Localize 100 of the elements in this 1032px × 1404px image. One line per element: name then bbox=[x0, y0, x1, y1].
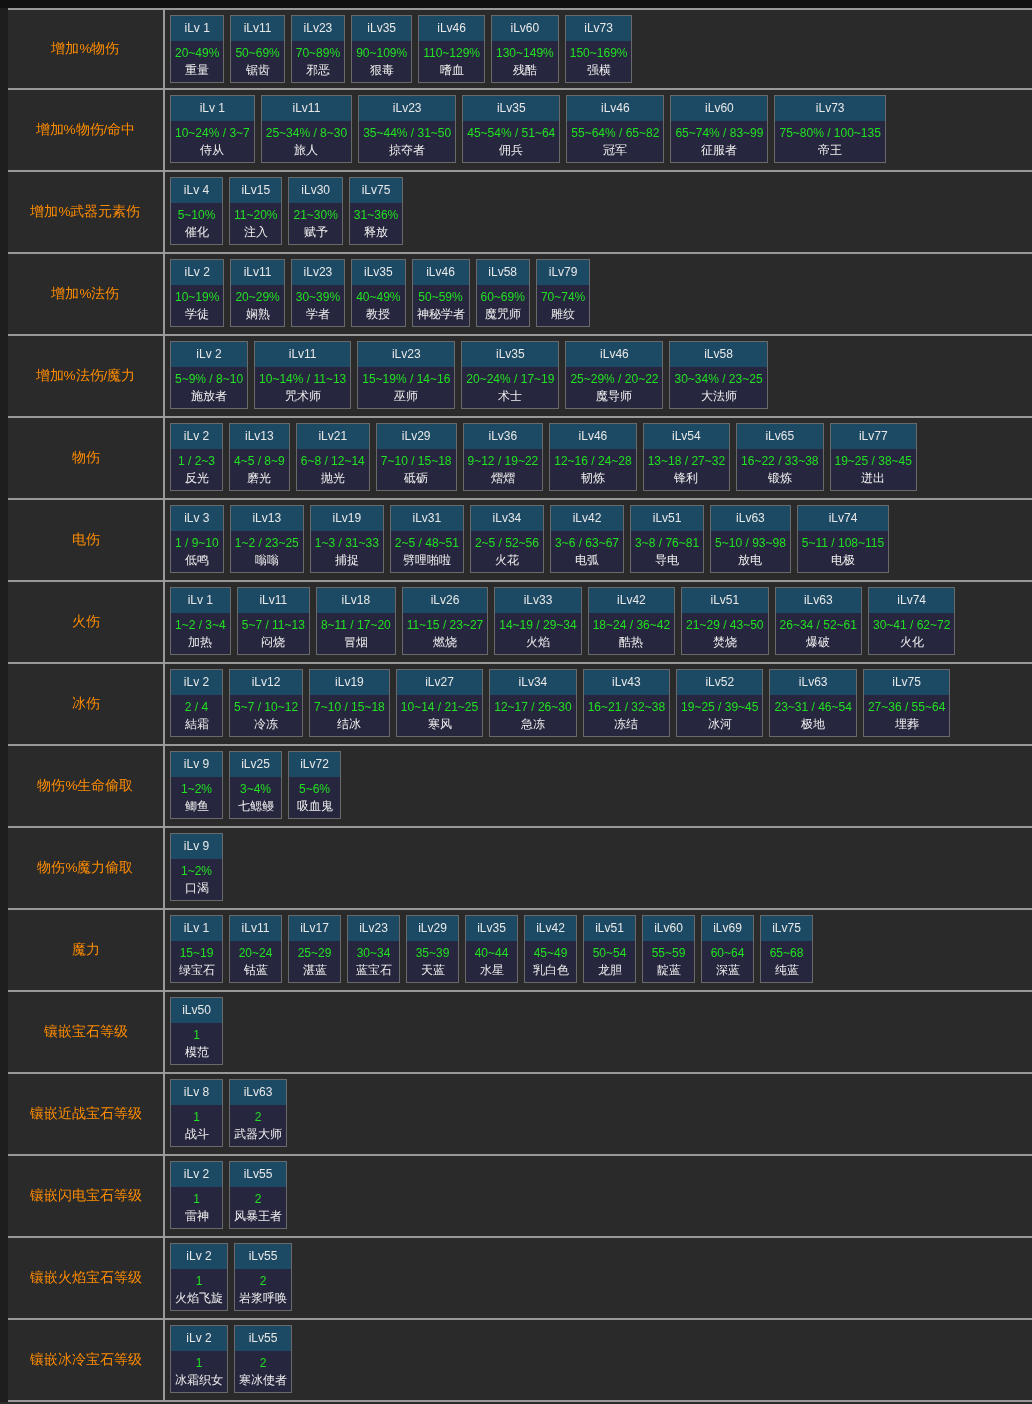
item-level: iLv73 bbox=[565, 16, 632, 41]
row-label: 冰伤 bbox=[71, 694, 100, 713]
item-level: iLv 3 bbox=[171, 506, 223, 531]
item-level: iLv11 bbox=[255, 342, 351, 367]
item-level: iLv11 bbox=[230, 916, 281, 941]
item-level: iLv11 bbox=[261, 96, 352, 121]
stat-range: 2 bbox=[258, 1273, 268, 1289]
gem-name: 爆破 bbox=[805, 634, 832, 651]
item-level: iLv 2 bbox=[171, 1326, 227, 1351]
gem-name: 冰河 bbox=[706, 716, 733, 733]
stat-range: 19~25 / 39~45 bbox=[680, 699, 760, 715]
stat-range: 1~2 / 3~4 bbox=[174, 617, 227, 633]
stat-range: 50~59% bbox=[417, 289, 464, 305]
stat-range: 19~25 / 38~45 bbox=[833, 453, 913, 469]
stat-range: 5~10 / 93~98 bbox=[714, 535, 787, 551]
stat-range: 26~34 / 52~61 bbox=[778, 617, 858, 633]
item-level: iLv63 bbox=[711, 506, 790, 531]
gem-name: 注入 bbox=[242, 224, 269, 241]
stat-range: 60~69% bbox=[479, 289, 526, 305]
gem-name: 教授 bbox=[365, 306, 392, 323]
gem-name: 电弧 bbox=[574, 552, 600, 569]
gem-name: 反光 bbox=[183, 470, 210, 487]
stat-range: 30~34% / 23~25 bbox=[673, 371, 764, 387]
item-level: iLv46 bbox=[566, 342, 663, 367]
item-level: iLv31 bbox=[390, 506, 463, 531]
item-level: iLv11 bbox=[231, 260, 284, 285]
stat-range: 11~15 / 23~27 bbox=[405, 617, 485, 633]
item-level: iLv75 bbox=[863, 670, 950, 695]
stat-range: 2~5 / 48~51 bbox=[393, 535, 460, 551]
gem-name: 燃烧 bbox=[432, 634, 458, 651]
item-level: iLv13 bbox=[230, 424, 289, 449]
gem-name: 邪恶 bbox=[304, 62, 331, 79]
stat-range: 5~7 / 10~12 bbox=[233, 699, 300, 715]
gem-name: 学徒 bbox=[184, 306, 211, 323]
stat-range: 1 bbox=[194, 1355, 204, 1371]
gem-name: 寒冰使者 bbox=[238, 1372, 288, 1389]
item-level: iLv55 bbox=[235, 1244, 291, 1269]
item-level: iLv60 bbox=[671, 96, 768, 121]
item-level: iLv 9 bbox=[171, 834, 222, 859]
item-level: iLv21 bbox=[296, 424, 369, 449]
stat-range: 14~19 / 29~34 bbox=[498, 617, 578, 633]
stat-range: 50~69% bbox=[234, 45, 281, 61]
stat-range: 35~39 bbox=[414, 945, 451, 961]
row-label: 物伤 bbox=[71, 448, 100, 467]
item-level: iLv19 bbox=[310, 670, 389, 695]
stat-range: 9~12 / 19~22 bbox=[466, 453, 540, 469]
item-level: iLv 1 bbox=[171, 16, 224, 41]
stat-range: 21~30% bbox=[292, 207, 339, 223]
item-level: iLv46 bbox=[419, 16, 484, 41]
gem-name: 魔导师 bbox=[595, 388, 634, 405]
item-level: iLv55 bbox=[230, 1162, 286, 1187]
row-label: 火伤 bbox=[71, 612, 100, 631]
stat-range: 55~64% / 65~82 bbox=[570, 125, 661, 141]
item-level: iLv 1 bbox=[171, 588, 230, 613]
gem-name: 模范 bbox=[183, 1044, 210, 1061]
item-level: iLv58 bbox=[670, 342, 767, 367]
gem-name: 钴蓝 bbox=[242, 962, 269, 979]
gem-name: 七鳃鳗 bbox=[236, 798, 275, 815]
stat-range: 75~80% / 100~135 bbox=[778, 125, 882, 141]
item-level: iLv63 bbox=[770, 670, 856, 695]
item-level: iLv27 bbox=[396, 670, 483, 695]
gem-name: 冻结 bbox=[613, 716, 640, 733]
item-level: iLv19 bbox=[310, 506, 383, 531]
stat-range: 50~54 bbox=[591, 945, 628, 961]
item-level: iLv77 bbox=[830, 424, 916, 449]
row-label: 增加%物伤/命中 bbox=[35, 120, 136, 139]
row-label: 增加%武器元素伤 bbox=[30, 202, 141, 221]
row-label: 物伤%生命偷取 bbox=[37, 776, 134, 795]
row-label: 镶嵌宝石等级 bbox=[43, 1022, 128, 1041]
stat-range: 90~109% bbox=[355, 45, 409, 61]
stat-range: 130~149% bbox=[495, 45, 555, 61]
stat-range: 4~5 / 8~9 bbox=[233, 453, 286, 469]
item-level: iLv26 bbox=[402, 588, 488, 613]
stat-range: 18~24 / 36~42 bbox=[591, 617, 672, 633]
gem-name: 口渴 bbox=[183, 880, 210, 897]
gem-name: 佣兵 bbox=[498, 142, 525, 159]
item-level: iLv51 bbox=[584, 916, 635, 941]
stat-range: 10~24% / 3~7 bbox=[174, 125, 251, 141]
stat-range: 31~36% bbox=[352, 207, 400, 223]
stat-range: 15~19 bbox=[178, 945, 215, 961]
gem-name: 武器大师 bbox=[233, 1126, 283, 1143]
gem-name: 蓝宝石 bbox=[354, 962, 393, 979]
item-level: iLv60 bbox=[492, 16, 558, 41]
gem-name: 放电 bbox=[737, 552, 764, 569]
item-level: iLv63 bbox=[775, 588, 861, 613]
gem-name: 狠毒 bbox=[368, 62, 395, 79]
item-level: iLv36 bbox=[463, 424, 543, 449]
item-level: iLv 4 bbox=[171, 178, 222, 203]
stat-range: 3~6 / 63~67 bbox=[553, 535, 621, 551]
item-level: iLv23 bbox=[348, 916, 399, 941]
stat-range: 2~5 / 52~56 bbox=[473, 535, 540, 551]
item-level: iLv42 bbox=[525, 916, 576, 941]
stat-range: 25~29 bbox=[296, 945, 333, 961]
stat-range: 23~31 / 46~54 bbox=[773, 699, 853, 715]
gem-name: 低鸣 bbox=[183, 552, 210, 569]
gem-name: 水星 bbox=[478, 962, 505, 979]
stat-range: 21~29 / 43~50 bbox=[685, 617, 765, 633]
gem-name: 咒术师 bbox=[283, 388, 322, 405]
row-label: 增加%法伤/魔力 bbox=[35, 366, 136, 385]
stat-range: 8~11 / 17~20 bbox=[319, 617, 392, 633]
